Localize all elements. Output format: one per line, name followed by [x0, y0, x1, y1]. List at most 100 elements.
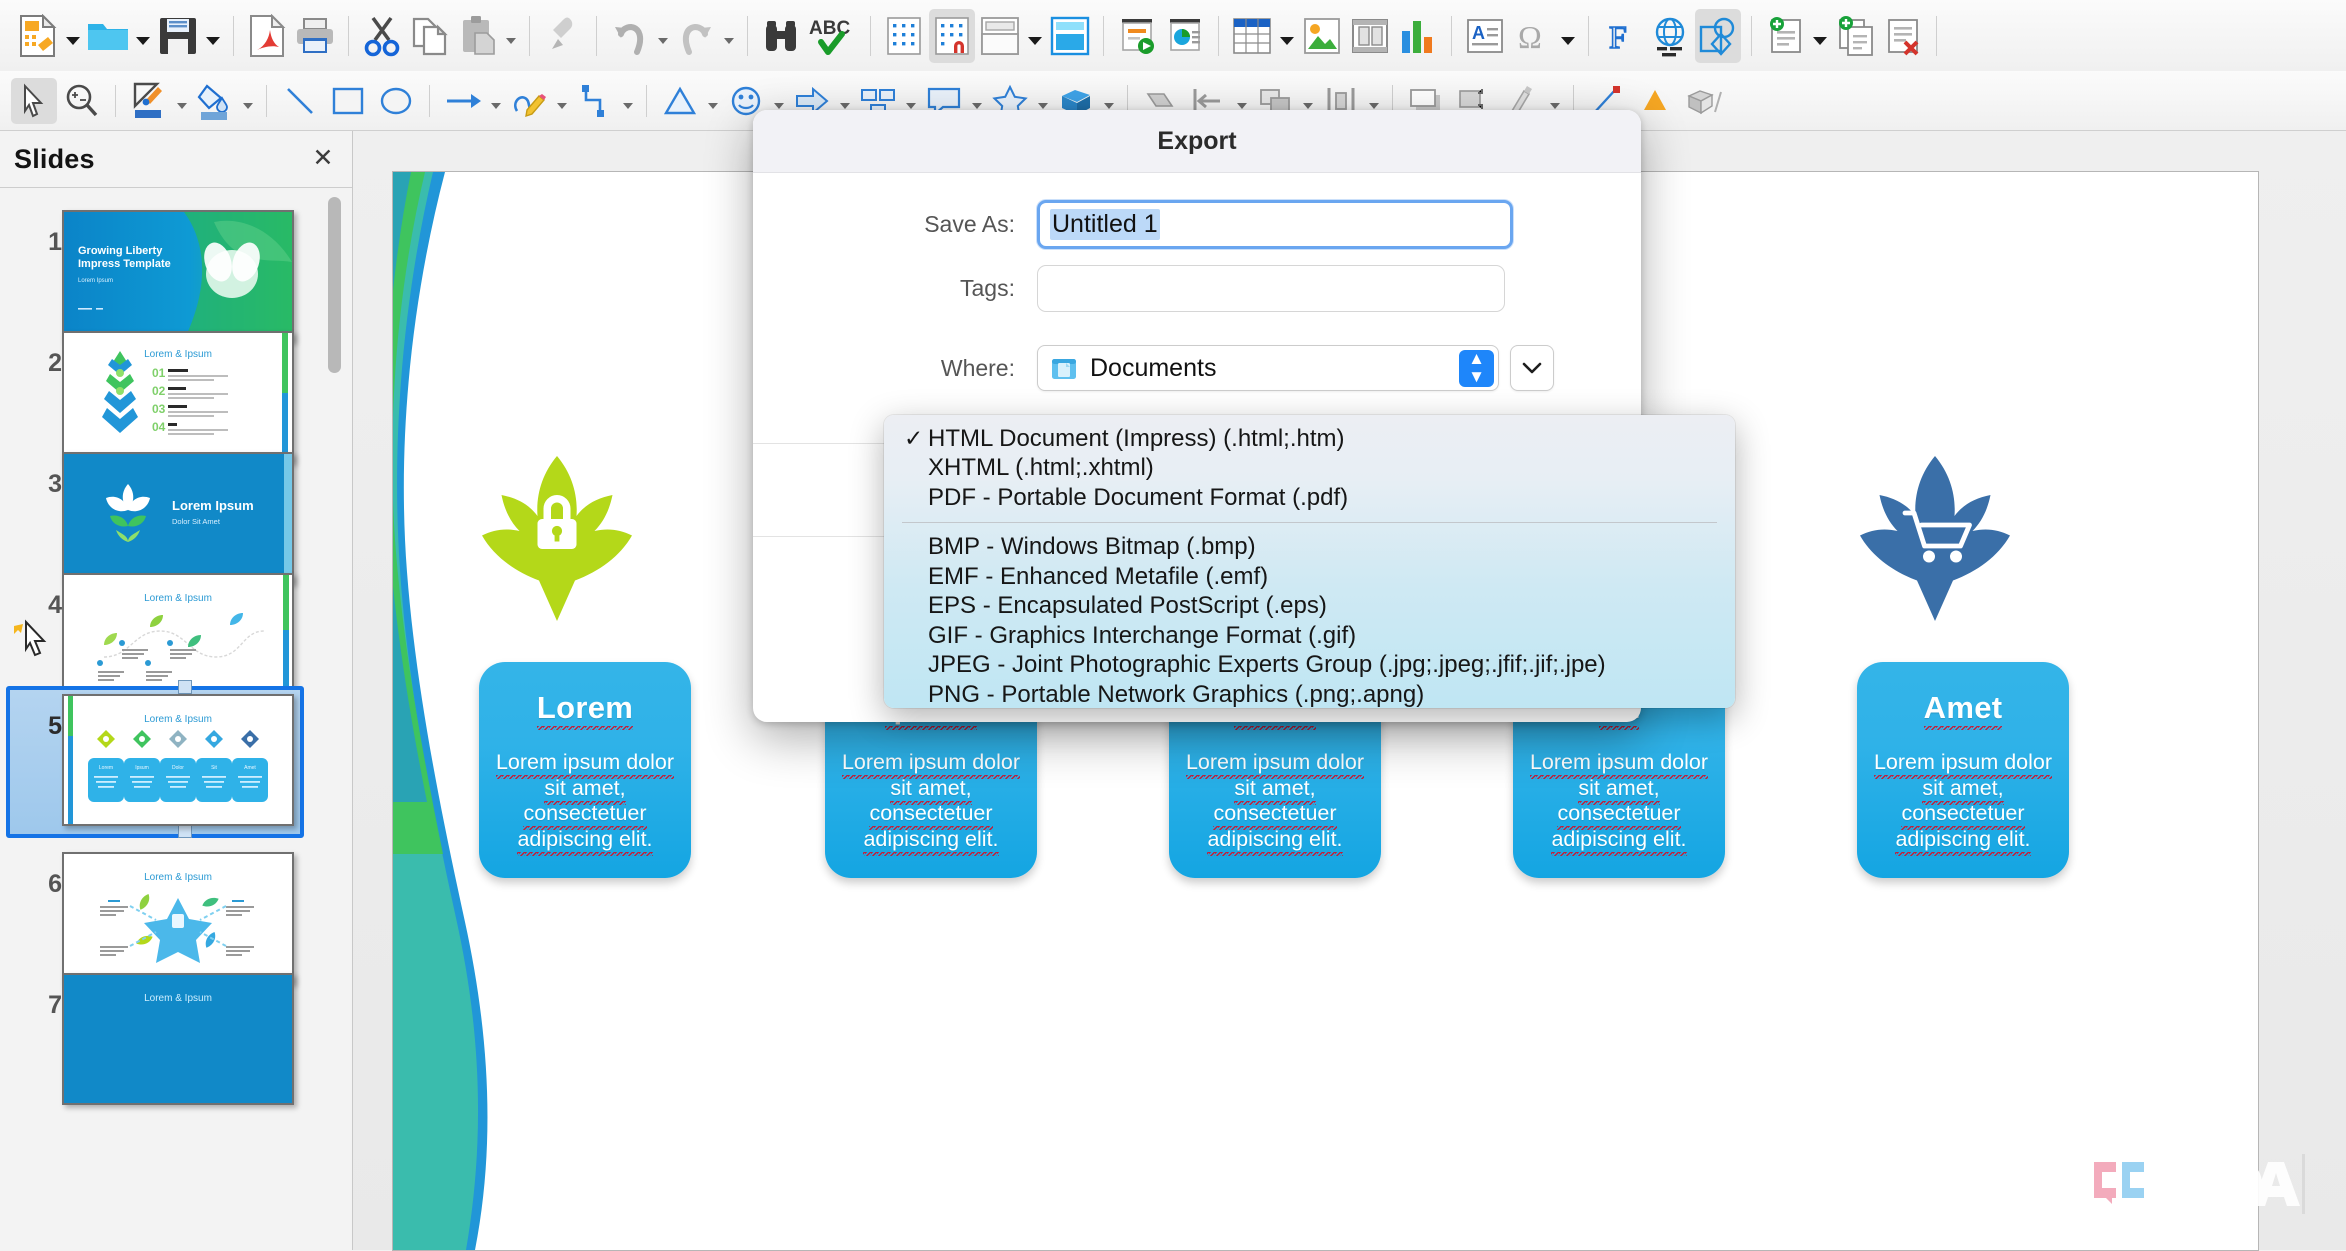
paste-caret[interactable] — [506, 37, 516, 44]
menu-item-png[interactable]: PNG - Portable Network Graphics (.png;.a… — [884, 680, 1735, 708]
insert-chart-button[interactable] — [1395, 9, 1441, 63]
undo-button[interactable] — [607, 9, 653, 63]
basic-shapes-button[interactable] — [657, 78, 703, 124]
master-slide-button[interactable] — [977, 9, 1023, 63]
line-color-caret[interactable] — [177, 102, 187, 109]
selection-handle[interactable] — [178, 680, 192, 694]
print-button[interactable] — [292, 9, 338, 63]
insert-table-button[interactable] — [1229, 9, 1275, 63]
card-1[interactable]: Lorem Lorem ipsum dolor sit amet, consec… — [479, 662, 691, 878]
menu-item-gif[interactable]: GIF - Graphics Interchange Format (.gif) — [884, 621, 1735, 651]
lines-and-arrows-button[interactable] — [440, 78, 486, 124]
toggle-extrusion-button[interactable] — [1680, 78, 1726, 124]
slides-scrollbar[interactable] — [326, 195, 342, 1241]
slide-thumbnail-6[interactable]: 6 Lorem & Ipsum — [0, 844, 330, 984]
new-slide-button[interactable] — [1762, 9, 1808, 63]
ellipse-button[interactable] — [373, 78, 419, 124]
where-dropdown[interactable]: Documents ▲ ▼ — [1037, 345, 1499, 391]
insert-image-button[interactable] — [1299, 9, 1345, 63]
fill-color-button[interactable] — [192, 78, 238, 124]
connectors-caret[interactable] — [623, 102, 633, 109]
slide-thumbnail-5[interactable]: 5 Lorem & Ipsum Lorem Ipsum Dolor Sit Am… — [0, 680, 330, 838]
basic-shapes-caret[interactable] — [708, 102, 718, 109]
lines-arrows-caret[interactable] — [491, 102, 501, 109]
copy-button[interactable] — [407, 9, 453, 63]
menu-item-xhtml[interactable]: XHTML (.html;.xhtml) — [884, 454, 1735, 484]
scrollbar-thumb[interactable] — [328, 197, 341, 373]
menu-item-eps[interactable]: EPS - Encapsulated PostScript (.eps) — [884, 592, 1735, 622]
connectors-button[interactable] — [572, 78, 618, 124]
symbol-shapes-caret[interactable] — [774, 102, 784, 109]
selection-handle[interactable] — [178, 824, 192, 838]
start-from-first-slide-button[interactable] — [1114, 9, 1160, 63]
spelling-button[interactable]: ABC — [806, 9, 860, 63]
undo-caret[interactable] — [658, 37, 668, 44]
svg-text:Lorem & Ipsum: Lorem & Ipsum — [144, 714, 212, 725]
special-character-caret[interactable] — [1561, 36, 1575, 45]
menu-item-jpeg[interactable]: JPEG - Joint Photographic Experts Group … — [884, 651, 1735, 681]
open-document-button[interactable] — [85, 9, 131, 63]
insert-special-character-button[interactable]: Ω — [1510, 9, 1556, 63]
close-icon[interactable]: ✕ — [310, 145, 336, 171]
3d-objects-caret[interactable] — [1104, 102, 1114, 109]
align-caret[interactable] — [1237, 102, 1247, 109]
clone-formatting-button[interactable] — [540, 9, 586, 63]
save-as-value: Untitled 1 — [1050, 209, 1160, 240]
save-document-caret[interactable] — [206, 36, 220, 45]
new-slide-caret[interactable] — [1813, 36, 1827, 45]
slide-thumbnail-list[interactable]: 1 Growing Liberty Impress Template Lorem… — [0, 188, 330, 1250]
card-5[interactable]: Amet Lorem ipsum dolor sit amet, consect… — [1857, 662, 2069, 878]
normal-view-button[interactable] — [1047, 9, 1093, 63]
slide-thumbnail-7[interactable]: 7 Lorem & Ipsum — [0, 965, 330, 1105]
slide-thumbnail-3[interactable]: 3 Lorem Ipsum Dolor Sit Amet — [0, 444, 330, 584]
paste-button[interactable] — [455, 9, 501, 63]
rectangle-button[interactable] — [325, 78, 371, 124]
master-slide-caret[interactable] — [1028, 36, 1042, 45]
insert-text-box-button[interactable]: A — [1462, 9, 1508, 63]
menu-item-emf[interactable]: EMF - Enhanced Metafile (.emf) — [884, 562, 1735, 592]
stars-caret[interactable] — [1038, 102, 1048, 109]
fill-color-caret[interactable] — [243, 102, 253, 109]
tags-input[interactable] — [1037, 265, 1505, 312]
block-arrows-caret[interactable] — [840, 102, 850, 109]
display-grid-button[interactable] — [881, 9, 927, 63]
find-replace-button[interactable] — [758, 9, 804, 63]
new-document-caret[interactable] — [66, 36, 80, 45]
line-color-button[interactable] — [126, 78, 172, 124]
insert-hyperlink-button[interactable] — [1647, 9, 1693, 63]
save-document-button[interactable] — [155, 9, 201, 63]
flowchart-caret[interactable] — [906, 102, 916, 109]
curves-and-polygons-button[interactable] — [506, 78, 552, 124]
open-document-caret[interactable] — [136, 36, 150, 45]
redo-caret[interactable] — [724, 37, 734, 44]
insert-line-button[interactable] — [277, 78, 323, 124]
slide-thumbnail-1[interactable]: 1 Growing Liberty Impress Template Lorem… — [0, 202, 330, 342]
delete-slide-button[interactable] — [1880, 9, 1926, 63]
redo-button[interactable] — [673, 9, 719, 63]
select-tool-button[interactable] — [11, 77, 57, 124]
insert-fontwork-button[interactable]: F — [1599, 9, 1645, 63]
duplicate-slide-button[interactable] — [1832, 9, 1878, 63]
callouts-caret[interactable] — [972, 102, 982, 109]
distribute-caret[interactable] — [1369, 102, 1379, 109]
snap-to-grid-button[interactable] — [929, 8, 975, 63]
filter-caret[interactable] — [1550, 102, 1560, 109]
cut-button[interactable] — [359, 9, 405, 63]
show-draw-functions-button[interactable] — [1695, 8, 1741, 63]
save-as-input[interactable]: Untitled 1 — [1037, 200, 1513, 249]
menu-item-html[interactable]: ✓ HTML Document (Impress) (.html;.htm) — [884, 424, 1735, 454]
menu-item-bmp[interactable]: BMP - Windows Bitmap (.bmp) — [884, 533, 1735, 563]
new-document-button[interactable] — [15, 9, 61, 63]
export-pdf-button[interactable] — [244, 9, 290, 63]
curves-caret[interactable] — [557, 102, 567, 109]
insert-table-caret[interactable] — [1280, 36, 1294, 45]
menu-item-pdf[interactable]: PDF - Portable Document Format (.pdf) — [884, 483, 1735, 513]
where-stepper[interactable]: ▲ ▼ — [1459, 349, 1494, 387]
start-from-current-slide-button[interactable] — [1162, 9, 1208, 63]
file-type-menu[interactable]: ✓ HTML Document (Impress) (.html;.htm) X… — [884, 415, 1735, 708]
arrange-caret[interactable] — [1303, 102, 1313, 109]
insert-text-box-columns-button[interactable] — [1347, 9, 1393, 63]
slide-thumbnail-2[interactable]: 2 Lorem & Ipsum 01 02 03 04 — [0, 323, 330, 463]
where-expand-button[interactable] — [1510, 345, 1554, 391]
zoom-tool-button[interactable] — [59, 78, 105, 124]
